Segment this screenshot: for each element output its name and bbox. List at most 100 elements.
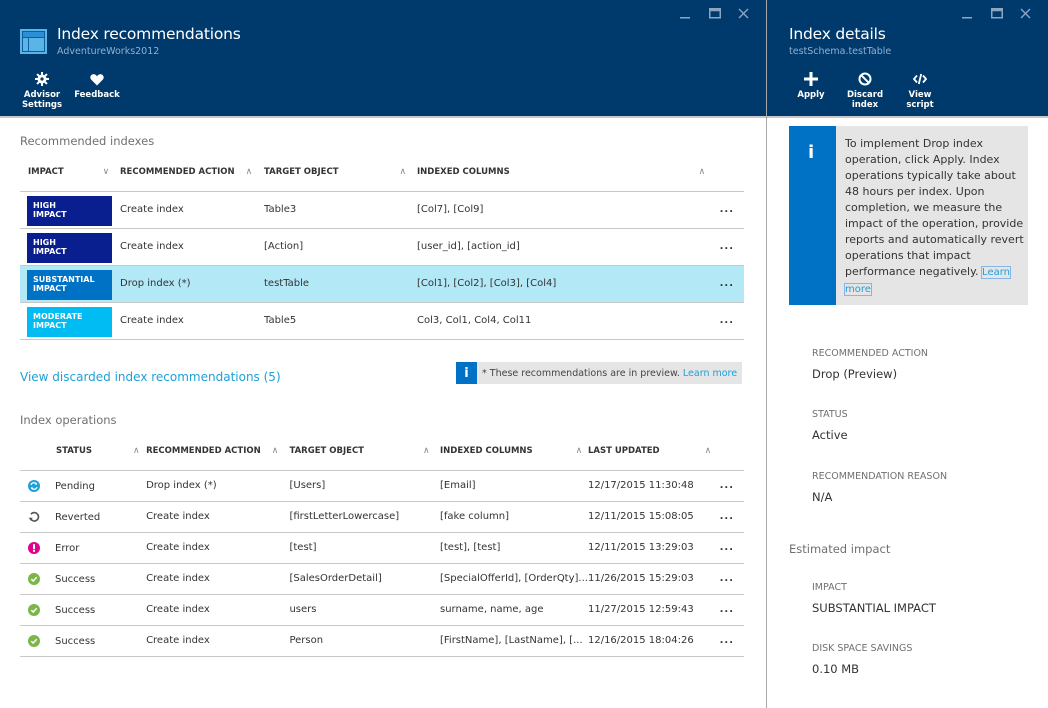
minimize-icon (680, 16, 690, 18)
operation-row[interactable]: Reverted Create index [firstLetterLowercas… (20, 501, 744, 533)
feedback-label: Feedback (74, 90, 120, 100)
sort-ascending-icon[interactable]: ∧ (133, 446, 140, 456)
column-header-recommended-action[interactable]: RECOMMENDED ACTION ∧ (120, 154, 264, 192)
heart-icon (90, 71, 104, 87)
target-object-cell: [Users] (289, 470, 440, 502)
column-header-indexed-columns[interactable]: INDEXED COLUMNS ∧ (439, 433, 588, 471)
impact-badge: SUBSTANTIAL IMPACT (27, 270, 112, 300)
recommended-action-value: Drop (Preview) (812, 367, 898, 381)
target-object-cell: users (289, 594, 440, 626)
window-controls (953, 4, 1040, 22)
recommendation-row[interactable]: HIGH IMPACT Create index [Action] [user_id],… (20, 228, 744, 266)
more-actions-button[interactable]: ... (711, 594, 744, 626)
sort-ascending-icon[interactable]: ∧ (576, 446, 583, 456)
sort-descending-icon[interactable]: ∨ (103, 167, 110, 177)
last-updated-cell: 12/17/2015 11:30:48 (587, 470, 712, 502)
apply-label: Apply (797, 90, 825, 100)
recommendation-row[interactable]: SUBSTANTIAL IMPACT Drop index (*) testTable… (20, 265, 744, 303)
recommended-indexes-table: IMPACT ∨ RECOMMENDED ACTION ∧ TARGET OBJ… (20, 154, 744, 340)
more-actions-button[interactable]: ... (706, 302, 744, 340)
more-actions-button[interactable]: ... (706, 228, 744, 266)
disk-space-savings-value: 0.10 MB (812, 662, 860, 676)
impact-badge-line2: IMPACT (33, 320, 67, 330)
operation-row[interactable]: Error Create index [test] [test], [test] 12/… (20, 532, 744, 564)
recommendation-row[interactable]: MODERATE IMPACT Create index Table5 Col3, Co… (20, 302, 744, 340)
view-script-button[interactable]: View script (895, 71, 945, 110)
more-actions-button[interactable]: ... (706, 191, 744, 229)
feedback-button[interactable]: Feedback (74, 71, 120, 100)
recommended-action-cell: Drop index (*) (146, 470, 290, 502)
column-header-target-object[interactable]: TARGET OBJECT ∧ (264, 154, 417, 192)
status-label: STATUS (812, 409, 848, 420)
apply-button[interactable]: Apply (793, 71, 829, 100)
close-button[interactable] (1011, 4, 1040, 22)
blade-title: Index recommendations (57, 25, 241, 43)
column-header-status[interactable]: STATUS ∧ (20, 433, 147, 471)
indexed-columns-cell: [Email] (439, 470, 588, 502)
operation-row[interactable]: Pending Drop index (*) [Users] [Email] 12/17… (20, 470, 744, 502)
indexed-columns-cell: [Col1], [Col2], [Col3], [Col4] (417, 265, 706, 303)
impact-cell: MODERATE IMPACT (20, 302, 120, 340)
status-text: Pending (55, 480, 95, 492)
success-icon (28, 603, 40, 616)
sort-ascending-icon[interactable]: ∧ (699, 167, 706, 177)
sort-ascending-icon[interactable]: ∧ (399, 167, 406, 177)
last-updated-cell: 12/11/2015 15:08:05 (587, 501, 712, 533)
sort-ascending-icon[interactable]: ∧ (705, 446, 712, 456)
view-discarded-recommendations-link[interactable]: View discarded index recommendations (5) (20, 370, 281, 384)
preview-banner-text: * These recommendations are in preview. … (477, 368, 737, 379)
target-object-cell: Person (289, 625, 440, 657)
column-header-last-updated[interactable]: LAST UPDATED ∧ (587, 433, 712, 471)
more-actions-button[interactable]: ... (711, 470, 744, 502)
maximize-button[interactable] (982, 4, 1011, 22)
operation-row[interactable]: Success Create index Person [FirstName], [L… (20, 625, 744, 657)
operation-row[interactable]: Success Create index users surname, name, a… (20, 594, 744, 626)
header-divider (767, 116, 1048, 118)
advisor-settings-button[interactable]: Advisor Settings (22, 71, 62, 110)
more-actions-button[interactable]: ... (706, 265, 744, 303)
close-button[interactable] (729, 4, 758, 22)
column-header-label: RECOMMENDED ACTION (120, 167, 235, 178)
status-cell: Success (20, 625, 147, 657)
target-object-cell: testTable (264, 265, 417, 303)
minimize-button[interactable] (671, 4, 700, 22)
learn-more-link[interactable]: Learn more (683, 368, 737, 379)
column-header-label: RECOMMENDED ACTION (146, 446, 261, 457)
indexed-columns-cell: [test], [test] (439, 532, 588, 564)
discard-index-button[interactable]: Discard index (845, 71, 885, 110)
index-recommendations-icon (20, 29, 47, 54)
indexed-columns-cell: [FirstName], [LastName], [... (439, 625, 588, 657)
sort-ascending-icon[interactable]: ∧ (423, 446, 430, 456)
window-controls (671, 4, 758, 22)
recommendation-row[interactable]: HIGH IMPACT Create index Table3 [Col7], [Col… (20, 191, 744, 229)
error-icon (28, 541, 40, 554)
more-actions-button[interactable]: ... (711, 563, 744, 595)
target-object-cell: [Action] (264, 228, 417, 266)
column-header-actions (711, 433, 744, 471)
recommended-action-cell: Create index (146, 563, 290, 595)
column-header-indexed-columns[interactable]: INDEXED COLUMNS ∧ (417, 154, 706, 192)
advisor-settings-label-2: Settings (21, 100, 63, 110)
sort-ascending-icon[interactable]: ∧ (272, 446, 279, 456)
impact-cell: HIGH IMPACT (20, 191, 120, 229)
column-header-recommended-action[interactable]: RECOMMENDED ACTION ∧ (146, 433, 290, 471)
sort-ascending-icon[interactable]: ∧ (246, 167, 253, 177)
maximize-icon (708, 7, 721, 18)
target-object-cell: [test] (289, 532, 440, 564)
blade-subtitle: testSchema.testTable (789, 46, 892, 57)
column-header-impact[interactable]: IMPACT ∨ (20, 154, 120, 192)
blade-subtitle: AdventureWorks2012 (57, 46, 160, 57)
status-cell: Success (20, 563, 147, 595)
column-header-target-object[interactable]: TARGET OBJECT ∧ (289, 433, 440, 471)
maximize-button[interactable] (700, 4, 729, 22)
recommended-action-cell: Drop index (*) (120, 265, 264, 303)
estimated-impact-title: Estimated impact (789, 542, 891, 556)
column-header-label: LAST UPDATED (587, 446, 660, 457)
impact-value: SUBSTANTIAL IMPACT (812, 601, 936, 615)
more-actions-button[interactable]: ... (711, 625, 744, 657)
minimize-button[interactable] (953, 4, 982, 22)
more-actions-button[interactable]: ... (711, 501, 744, 533)
recommended-action-cell: Create index (146, 532, 290, 564)
more-actions-button[interactable]: ... (711, 532, 744, 564)
operation-row[interactable]: Success Create index [SalesOrderDetail] [Sp… (20, 563, 744, 595)
